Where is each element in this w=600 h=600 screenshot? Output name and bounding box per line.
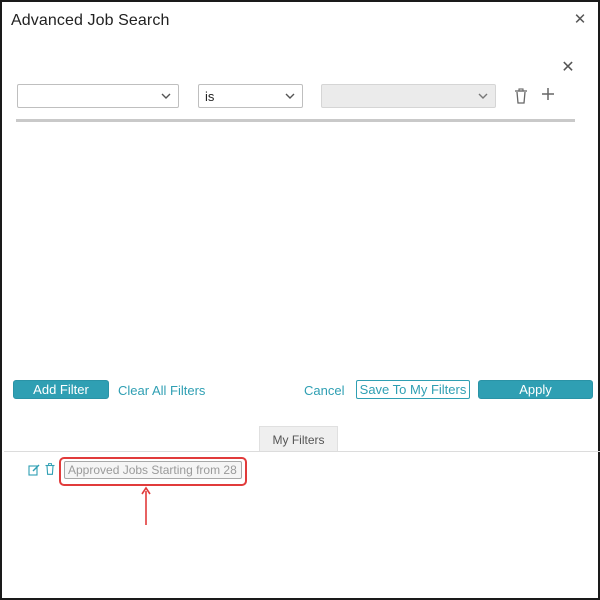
tab-underline — [4, 451, 600, 452]
saved-filter-item[interactable]: Approved Jobs Starting from 28 — [64, 461, 242, 479]
dialog-close-icon[interactable]: ✕ — [572, 12, 588, 28]
add-filter-group-button[interactable]: Add Filter Group — [13, 380, 109, 414]
chevron-down-icon — [285, 93, 295, 99]
edit-filter-icon[interactable] — [28, 464, 40, 476]
delete-saved-filter-trash-icon[interactable] — [45, 463, 55, 475]
cancel-link[interactable]: Cancel — [304, 383, 344, 398]
tab-my-filters[interactable]: My Filters — [259, 426, 338, 452]
chevron-down-icon — [478, 93, 488, 99]
operator-select-value: is — [205, 89, 215, 104]
save-to-my-filters-button[interactable]: Save To My Filters — [356, 380, 470, 399]
advanced-job-search-dialog: Advanced Job Search ✕ ✕ is Add Filter Gr… — [0, 0, 600, 600]
field-select[interactable] — [17, 84, 179, 108]
up-arrow-annotation-icon — [141, 486, 151, 525]
value-select[interactable] — [321, 84, 496, 108]
clear-all-filters-link[interactable]: Clear All Filters — [118, 383, 205, 398]
operator-select[interactable]: is — [198, 84, 303, 108]
apply-button[interactable]: Apply — [478, 380, 593, 399]
add-filter-plus-icon[interactable] — [541, 87, 555, 101]
filter-group-divider — [16, 119, 575, 122]
remove-filter-group-icon[interactable]: ✕ — [560, 60, 576, 76]
chevron-down-icon — [161, 93, 171, 99]
delete-filter-trash-icon[interactable] — [514, 88, 528, 104]
dialog-title: Advanced Job Search — [11, 12, 170, 29]
